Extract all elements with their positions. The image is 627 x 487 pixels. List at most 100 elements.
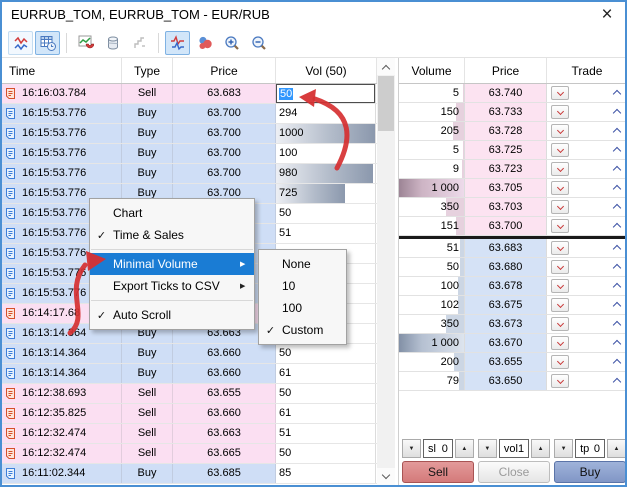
sell-button[interactable]: Sell	[402, 461, 474, 483]
column-header-volume[interactable]: Vol (50)	[276, 58, 377, 83]
depth-row[interactable]: 1 00063.670	[399, 334, 627, 353]
column-header-price[interactable]: Price	[173, 58, 276, 83]
depth-row[interactable]: 10263.675	[399, 296, 627, 315]
buy-at-price-button[interactable]	[613, 166, 621, 174]
depth-row[interactable]: 5063.680	[399, 258, 627, 277]
zoom-in-icon[interactable]	[219, 31, 244, 55]
buy-at-price-button[interactable]	[613, 245, 621, 253]
buy-button[interactable]: Buy	[554, 461, 626, 483]
table-row[interactable]: 16:15:53.776Buy63.7001000	[2, 124, 377, 144]
scroll-down-icon[interactable]	[377, 468, 395, 485]
sell-at-price-button[interactable]	[551, 105, 569, 119]
buy-at-price-button[interactable]	[613, 128, 621, 136]
sell-at-price-button[interactable]	[551, 298, 569, 312]
table-row[interactable]: 16:12:32.474Sell63.66550	[2, 444, 377, 464]
depth-row[interactable]: 5163.683	[399, 239, 627, 258]
buy-at-price-button[interactable]	[613, 283, 621, 291]
menu-item-export-ticks-to-csv[interactable]: Export Ticks to CSV▶	[90, 275, 254, 297]
increase-tp-button[interactable]: ▲	[607, 439, 626, 458]
vol-value[interactable]: 1	[518, 443, 524, 455]
sell-at-price-button[interactable]	[551, 336, 569, 350]
tick-chart-icon[interactable]	[165, 31, 190, 55]
buy-at-price-button[interactable]	[613, 204, 621, 212]
table-row[interactable]: 16:15:53.776Buy63.700294	[2, 104, 377, 124]
charts-icon[interactable]	[8, 31, 33, 55]
depth-row[interactable]: 563.725	[399, 141, 627, 160]
buy-at-price-button[interactable]	[613, 147, 621, 155]
sell-at-price-button[interactable]	[551, 374, 569, 388]
increase-vol-button[interactable]: ▲	[531, 439, 550, 458]
scrollbar-thumb[interactable]	[378, 76, 394, 131]
column-header-price[interactable]: Price	[465, 58, 547, 83]
table-row[interactable]: 16:15:53.776Buy63.700980	[2, 164, 377, 184]
table-row[interactable]: 16:12:38.693Sell63.65550	[2, 384, 377, 404]
depth-row[interactable]: 10063.678	[399, 277, 627, 296]
sell-at-price-button[interactable]	[551, 181, 569, 195]
bubbles-icon[interactable]	[192, 31, 217, 55]
sell-at-price-button[interactable]	[551, 162, 569, 176]
buy-at-price-button[interactable]	[613, 359, 621, 367]
column-header-volume[interactable]: Volume	[399, 58, 465, 83]
depth-of-market-icon[interactable]	[100, 31, 125, 55]
menu-item-10[interactable]: 10	[259, 275, 346, 297]
depth-row[interactable]: 563.740	[399, 84, 627, 103]
depth-row[interactable]: 35063.703	[399, 198, 627, 217]
menu-item-minimal-volume[interactable]: Minimal Volume▶	[90, 253, 254, 275]
menu-item-time-sales[interactable]: ✓Time & Sales	[90, 224, 254, 246]
tp-value[interactable]: 0	[594, 443, 600, 455]
sl-value[interactable]: 0	[442, 443, 448, 455]
depth-row[interactable]: 7963.650	[399, 372, 627, 391]
scroll-up-icon[interactable]	[377, 58, 395, 75]
chart-magnet-icon[interactable]	[73, 31, 98, 55]
menu-item-none[interactable]: None	[259, 253, 346, 275]
buy-at-price-button[interactable]	[613, 321, 621, 329]
column-header-trade[interactable]: Trade	[547, 58, 627, 83]
table-row[interactable]: 16:13:14.364Buy63.66050	[2, 344, 377, 364]
menu-item-100[interactable]: 100	[259, 297, 346, 319]
buy-at-price-button[interactable]	[613, 264, 621, 272]
sell-at-price-button[interactable]	[551, 86, 569, 100]
menu-item-custom[interactable]: ✓Custom	[259, 319, 346, 341]
scrollbar[interactable]	[377, 58, 395, 485]
buy-at-price-button[interactable]	[613, 302, 621, 310]
table-row[interactable]: 16:13:14.364Buy63.66061	[2, 364, 377, 384]
decrease-tp-button[interactable]: ▼	[554, 439, 573, 458]
zoom-out-icon[interactable]	[246, 31, 271, 55]
table-row[interactable]: 16:16:03.784Sell63.68350	[2, 84, 377, 104]
depth-row[interactable]: 1 00063.705	[399, 179, 627, 198]
decrease-sl-button[interactable]: ▼	[402, 439, 421, 458]
steps-icon[interactable]	[127, 31, 152, 55]
sell-at-price-button[interactable]	[551, 241, 569, 255]
table-row[interactable]: 16:12:35.825Sell63.66061	[2, 404, 377, 424]
sell-at-price-button[interactable]	[551, 355, 569, 369]
table-row[interactable]: 16:11:02.344Buy63.68585	[2, 464, 377, 484]
buy-at-price-button[interactable]	[613, 378, 621, 386]
buy-at-price-button[interactable]	[613, 90, 621, 98]
buy-at-price-button[interactable]	[613, 185, 621, 193]
close-icon[interactable]: ×	[595, 3, 619, 27]
increase-sl-button[interactable]: ▲	[455, 439, 474, 458]
menu-item-auto-scroll[interactable]: ✓Auto Scroll	[90, 304, 254, 326]
sell-at-price-button[interactable]	[551, 317, 569, 331]
depth-row[interactable]: 20063.655	[399, 353, 627, 372]
buy-at-price-button[interactable]	[613, 223, 621, 231]
table-row[interactable]: 16:12:32.474Sell63.66351	[2, 424, 377, 444]
depth-row[interactable]: 15163.700	[399, 217, 627, 236]
buy-at-price-button[interactable]	[613, 109, 621, 117]
depth-row[interactable]: 20563.728	[399, 122, 627, 141]
depth-row[interactable]: 35063.673	[399, 315, 627, 334]
close-button[interactable]: Close	[478, 461, 550, 483]
decrease-vol-button[interactable]: ▼	[478, 439, 497, 458]
depth-row[interactable]: 15063.733	[399, 103, 627, 122]
sell-at-price-button[interactable]	[551, 219, 569, 233]
sell-at-price-button[interactable]	[551, 200, 569, 214]
menu-item-chart[interactable]: Chart	[90, 202, 254, 224]
column-header-time[interactable]: Time	[2, 58, 122, 83]
depth-row[interactable]: 963.723	[399, 160, 627, 179]
sell-at-price-button[interactable]	[551, 279, 569, 293]
column-header-type[interactable]: Type	[122, 58, 173, 83]
sell-at-price-button[interactable]	[551, 143, 569, 157]
min-volume-input[interactable]: 50	[276, 84, 375, 103]
sell-at-price-button[interactable]	[551, 124, 569, 138]
sell-at-price-button[interactable]	[551, 260, 569, 274]
